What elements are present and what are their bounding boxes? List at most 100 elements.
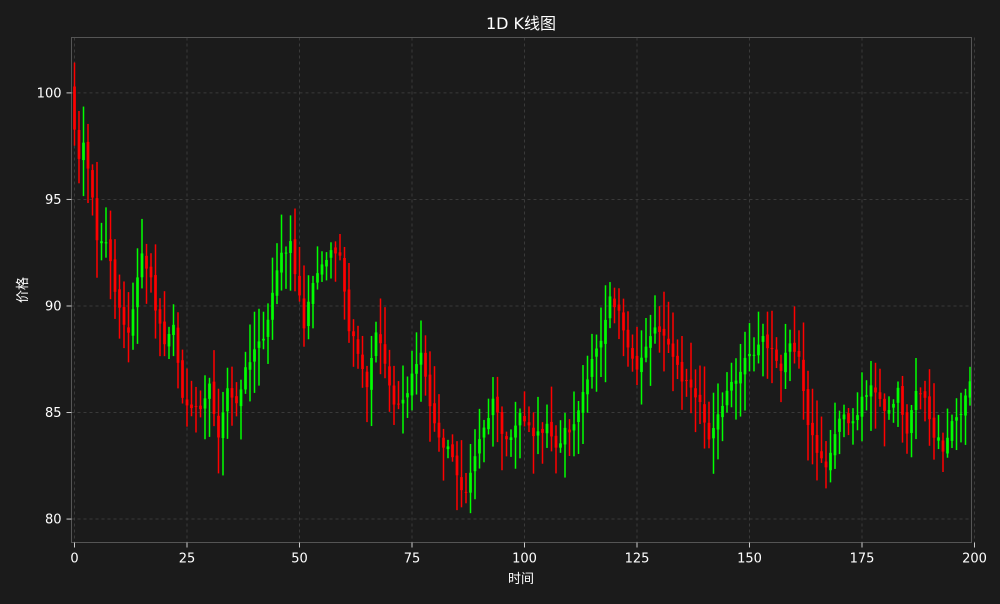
candle-body xyxy=(410,373,414,396)
candle-body xyxy=(194,406,198,408)
candle-body xyxy=(644,346,648,358)
candle-body xyxy=(496,396,499,413)
candle-body xyxy=(505,436,508,440)
candle-body xyxy=(581,391,585,413)
candle-body xyxy=(329,250,333,258)
x-tick-label: 200 xyxy=(962,552,987,567)
candle-body xyxy=(887,410,891,414)
candle-body xyxy=(77,130,81,159)
candle-body xyxy=(388,366,391,386)
x-tick-label: 75 xyxy=(404,552,421,567)
candle-body xyxy=(343,257,346,292)
candle-body xyxy=(545,423,549,434)
candle-body xyxy=(176,327,180,363)
candle-body xyxy=(185,399,189,406)
candle-body xyxy=(136,277,139,308)
candle-body xyxy=(874,387,877,393)
candle-body xyxy=(487,418,490,430)
candle-body xyxy=(712,428,715,439)
candle-body xyxy=(793,342,796,352)
candle-body xyxy=(815,435,819,453)
x-tick-label: 0 xyxy=(70,552,78,567)
x-tick-label: 125 xyxy=(625,552,650,567)
candle-body xyxy=(374,332,378,357)
candle-body xyxy=(730,381,733,391)
y-tick-label: 80 xyxy=(45,513,62,528)
candle-body xyxy=(379,334,382,344)
candle-body xyxy=(635,355,639,370)
candle-body xyxy=(743,357,747,375)
candle-body xyxy=(847,413,850,424)
candle-body xyxy=(658,326,661,333)
candle-body xyxy=(752,354,756,356)
candle-body xyxy=(716,414,720,430)
candle-body xyxy=(122,307,126,325)
candle-body xyxy=(158,309,162,324)
candle-body xyxy=(271,292,274,320)
candle-body xyxy=(568,429,571,433)
candle-body xyxy=(950,421,954,441)
candle-body xyxy=(316,273,319,283)
candle-body xyxy=(811,422,814,436)
candle-body xyxy=(482,427,486,438)
candle-body xyxy=(284,252,288,254)
candle-body xyxy=(149,266,153,278)
candle-body xyxy=(640,357,643,373)
candle-body xyxy=(554,435,558,448)
candle-body xyxy=(392,385,396,405)
candle-body xyxy=(671,343,675,357)
candle-body xyxy=(406,393,409,398)
candle-body xyxy=(424,352,427,377)
candle-body xyxy=(775,349,778,361)
candle-body xyxy=(572,424,576,431)
candle-body xyxy=(253,349,256,362)
candle-body xyxy=(199,405,202,410)
candle-body xyxy=(833,434,837,456)
candle-body xyxy=(347,289,351,332)
candle-body xyxy=(113,259,117,292)
candle-body xyxy=(419,352,423,365)
candle-body xyxy=(734,380,738,384)
candle-body xyxy=(725,390,729,406)
candle-body xyxy=(653,327,657,334)
candle-body xyxy=(527,422,531,426)
candle-body xyxy=(797,350,801,357)
candle-body xyxy=(172,324,175,335)
candle-body xyxy=(518,412,522,426)
candle-body xyxy=(140,253,144,278)
x-tick-label: 50 xyxy=(291,552,308,567)
y-tick-label: 85 xyxy=(45,406,62,421)
candle-body xyxy=(928,396,931,420)
candle-body xyxy=(280,252,283,273)
candle-body xyxy=(802,359,805,391)
candle-body xyxy=(694,388,697,398)
candle-body xyxy=(208,383,211,399)
chart-background xyxy=(0,0,1000,600)
candle-body xyxy=(878,392,882,399)
candle-body xyxy=(964,395,967,416)
candle-body xyxy=(221,412,225,439)
candle-body xyxy=(473,456,477,472)
candle-body xyxy=(514,425,517,438)
candle-body xyxy=(131,309,135,336)
candle-body xyxy=(244,367,247,390)
chart-container: 80 85 90 95 100 0 25 50 75 100 125 150 175 200 1D K线图… xyxy=(0,0,1000,600)
candle-body xyxy=(955,417,958,421)
candle-body xyxy=(118,289,121,308)
candle-body xyxy=(577,410,580,423)
candle-body xyxy=(901,386,904,415)
candle-body xyxy=(356,339,360,354)
candle-body xyxy=(311,283,315,304)
candle-body xyxy=(500,412,504,434)
candle-body xyxy=(923,391,927,398)
candle-body xyxy=(302,298,306,329)
candle-body xyxy=(365,371,369,388)
candle-body xyxy=(91,170,94,198)
chart-title: 1D K线图 xyxy=(486,14,556,33)
candle-body xyxy=(595,348,598,357)
x-tick-label: 25 xyxy=(179,552,196,567)
candle-body xyxy=(914,390,918,411)
candle-body xyxy=(262,338,265,341)
candle-body xyxy=(433,403,436,424)
candle-body xyxy=(806,389,810,426)
